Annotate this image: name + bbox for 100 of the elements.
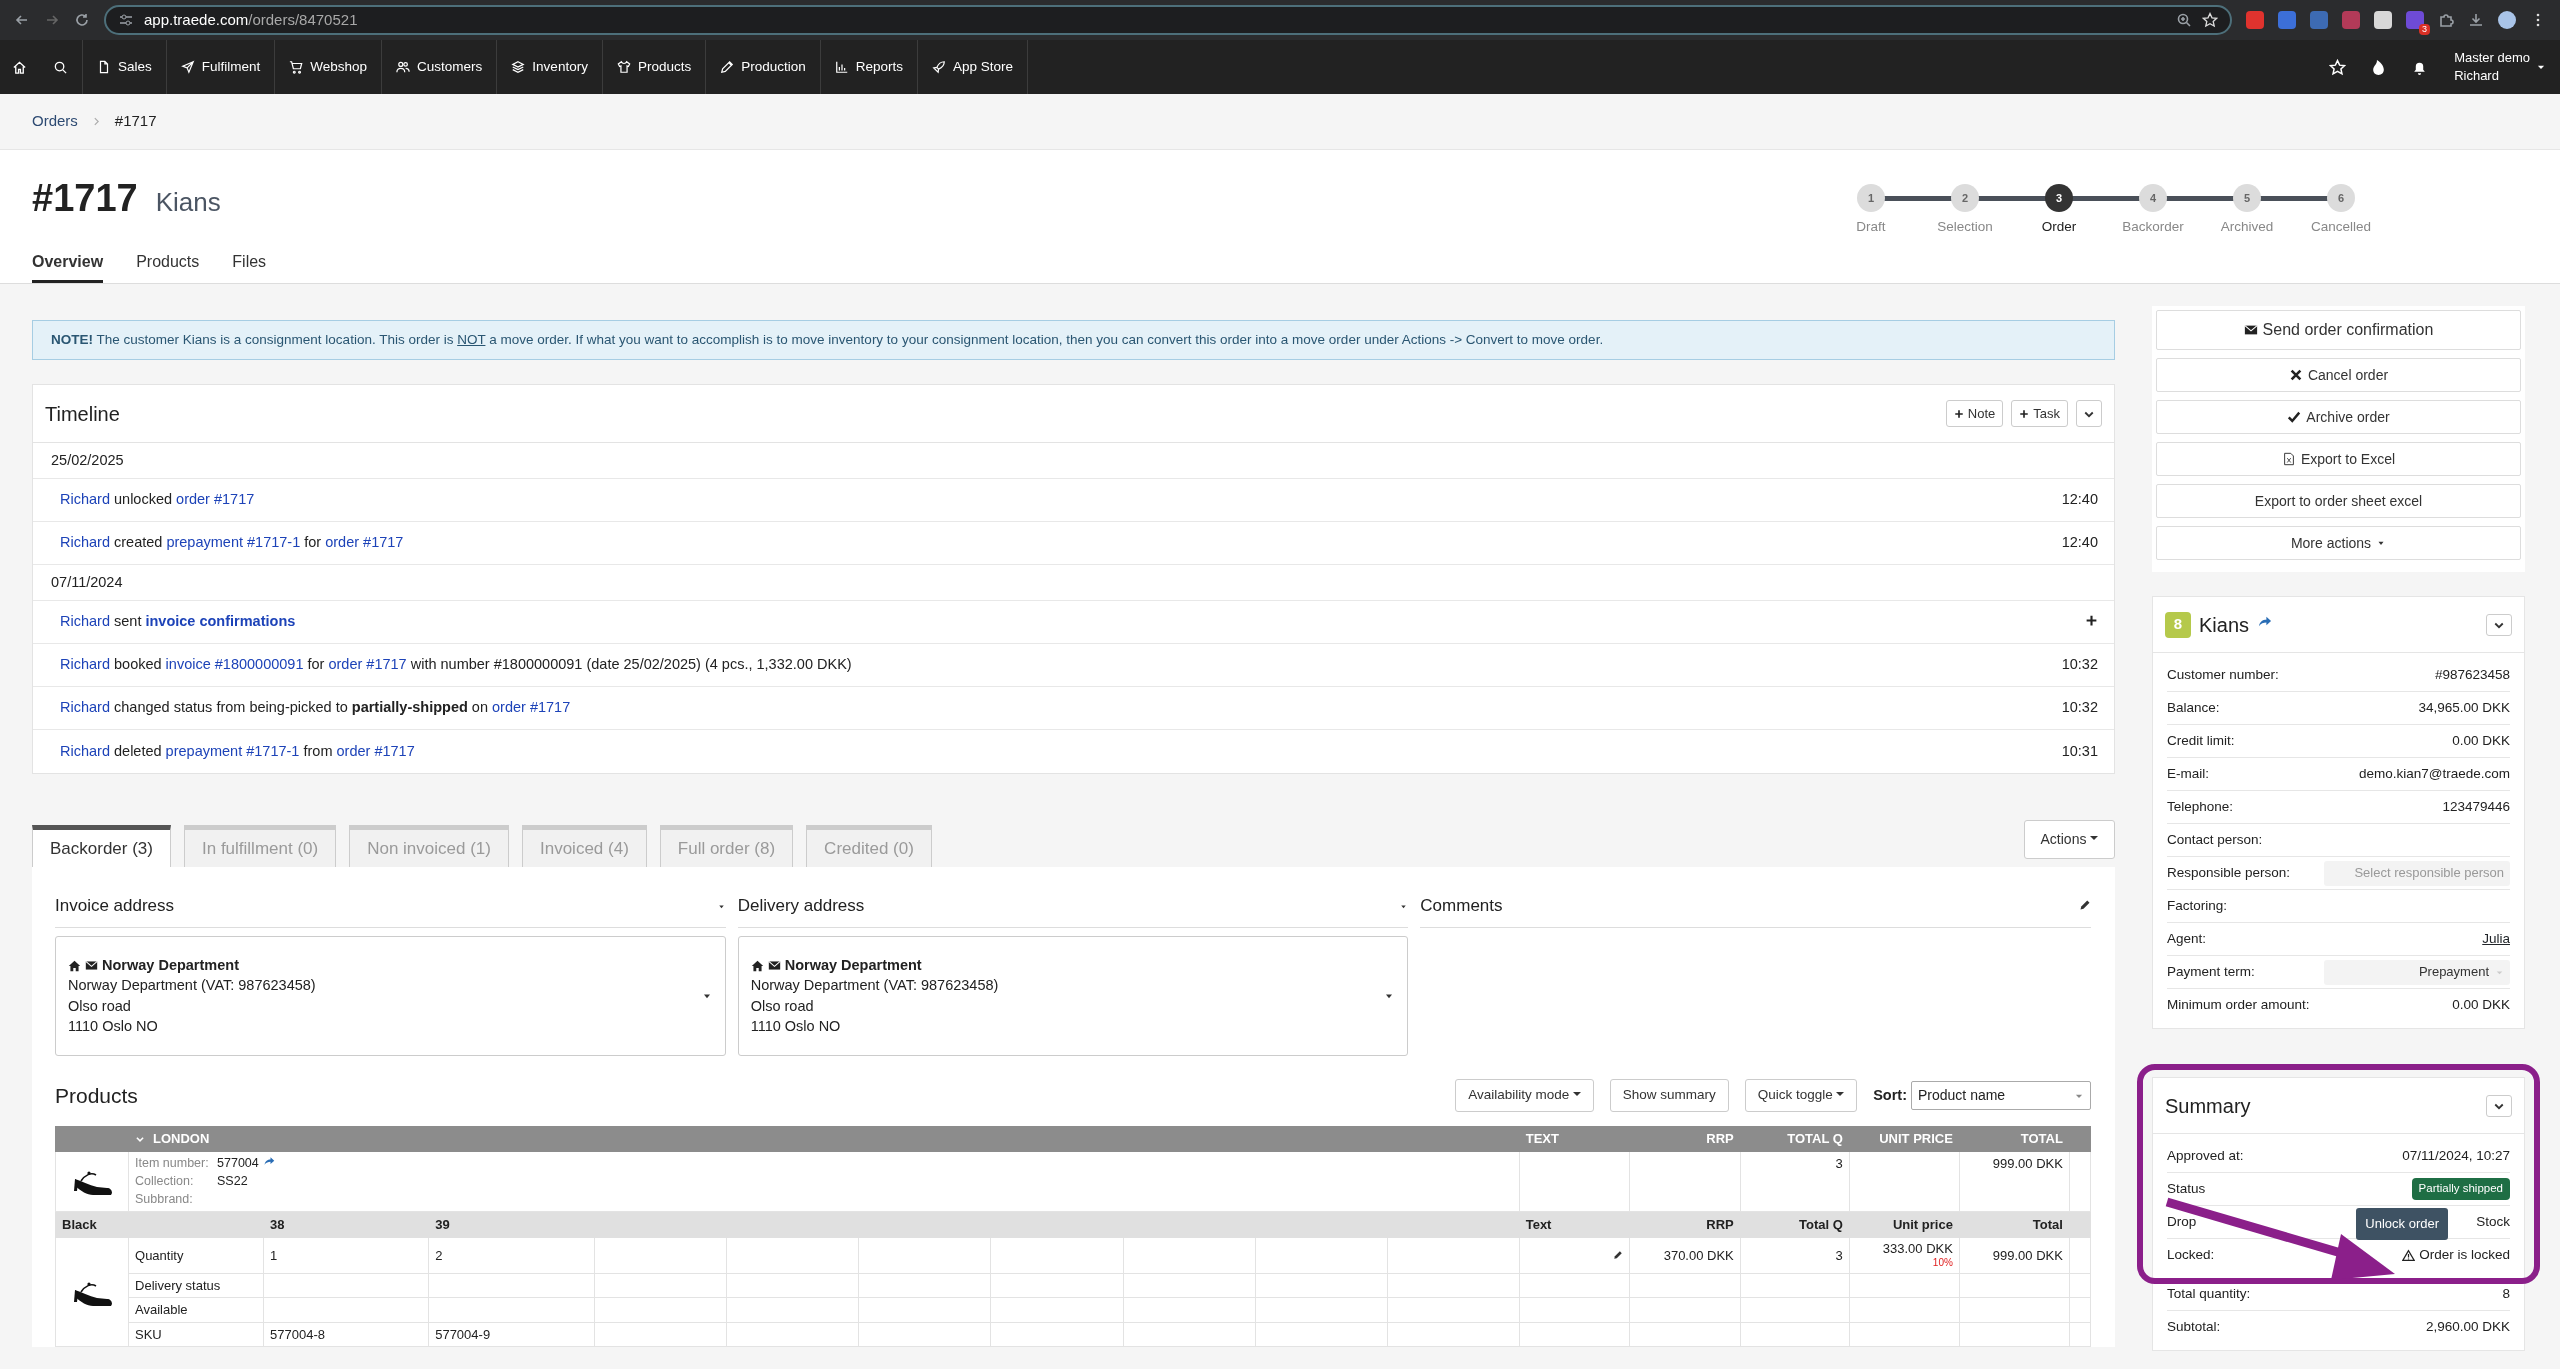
home-icon xyxy=(68,958,81,972)
agent-link[interactable]: Julia xyxy=(2482,928,2510,950)
breadcrumb-link[interactable]: Orders xyxy=(32,110,78,133)
field-label: Factoring: xyxy=(2167,896,2228,915)
field-label: Subtotal: xyxy=(2167,1318,2221,1337)
timeline-link[interactable]: invoice #1800000091 xyxy=(165,656,304,673)
plus-icon xyxy=(2019,408,2030,419)
timeline-link[interactable]: order #1717 xyxy=(176,491,255,508)
timeline-link[interactable]: Richard xyxy=(60,742,110,759)
nav-item[interactable]: Webshop xyxy=(275,40,383,94)
bookmark-star-icon[interactable] xyxy=(2202,12,2218,28)
action-button[interactable]: Cancel order xyxy=(2156,358,2521,392)
action-button[interactable]: Send order confirmation xyxy=(2156,310,2521,350)
field-value: 577004 xyxy=(217,1155,259,1173)
action-button[interactable]: Export to order sheet excel xyxy=(2156,484,2521,518)
address-name: Norway Department xyxy=(784,955,922,975)
add-button[interactable]: Note xyxy=(1945,399,2004,428)
nav-item[interactable]: Sales xyxy=(83,40,167,94)
timeline-link[interactable]: invoice confirmations xyxy=(145,613,296,630)
timeline-link[interactable]: prepayment #1717-1 xyxy=(166,534,301,551)
table-cell: 577004-8 xyxy=(263,1322,429,1347)
step-circle[interactable]: 6 xyxy=(2327,184,2355,212)
address-select[interactable]: Norway Department Norway Department (VAT: 987623458) Olso road 1110 Oslo NO xyxy=(55,935,726,1056)
timeline-entry: Richard changed status from being-picked to partially-shipped on order #1717 xyxy=(60,698,571,718)
field-label: Drop xyxy=(2167,1212,2197,1231)
extensions-icon[interactable] xyxy=(2438,12,2454,28)
timeline-link[interactable]: Richard xyxy=(60,613,110,630)
breadcrumb-current: #1717 xyxy=(114,111,157,132)
address-select[interactable]: Norway Department Norway Department (VAT: 987623458) Olso road 1110 Oslo NO xyxy=(737,935,1409,1056)
timeline-link[interactable]: order #1717 xyxy=(336,742,415,759)
nav-item[interactable]: Products xyxy=(602,40,707,94)
field-value: #987623458 xyxy=(2434,665,2510,684)
lock-status[interactable]: Order is locked xyxy=(2402,1245,2510,1266)
dropdown-button[interactable]: Quick toggle xyxy=(1744,1079,1858,1112)
section-title: Invoice address xyxy=(55,895,175,917)
profile-avatar[interactable] xyxy=(2498,11,2516,29)
chart-icon xyxy=(834,60,849,74)
nav-item[interactable]: App Store xyxy=(918,40,1029,94)
toggle-button[interactable]: Show summary xyxy=(1609,1079,1729,1112)
timeline-link[interactable]: order #1717 xyxy=(328,656,407,673)
users-icon xyxy=(396,60,411,74)
page-tab[interactable]: Files xyxy=(232,244,267,283)
card-title: Timeline xyxy=(45,401,120,427)
home-icon xyxy=(12,59,27,75)
nav-item[interactable]: Fulfilment xyxy=(166,40,276,94)
step-circle[interactable]: 5 xyxy=(2233,184,2261,212)
extension-icon[interactable] xyxy=(2246,11,2264,29)
timeline-link[interactable]: Richard xyxy=(60,491,110,508)
field-value: 0.00 DKK xyxy=(2452,996,2510,1015)
sort-select[interactable]: Product name xyxy=(1911,1081,2091,1110)
order-tab[interactable]: Backorder (3) xyxy=(32,825,171,867)
collapse-button[interactable] xyxy=(2076,399,2102,428)
tooltip: Unlock order xyxy=(2356,1208,2448,1240)
field-value: 0.00 DKK xyxy=(2452,731,2510,750)
step-circle[interactable]: 3 xyxy=(2045,184,2073,212)
timeline-date: 25/02/2025 xyxy=(33,443,2114,479)
collapse-button[interactable] xyxy=(2486,613,2512,636)
dropdown-button[interactable]: Availability mode xyxy=(1455,1079,1594,1112)
table-cell: 999.00 DKK xyxy=(1959,1237,2070,1274)
card-title: Summary xyxy=(2165,1093,2251,1119)
extension-icon[interactable] xyxy=(2374,11,2392,29)
timeline-link[interactable]: order #1717 xyxy=(492,699,571,716)
column-header: 39 xyxy=(428,1211,595,1238)
discount-text: 10% xyxy=(1931,1257,1953,1270)
add-button[interactable]: Task xyxy=(2011,399,2068,428)
timeline-date: 07/11/2024 xyxy=(33,565,2114,601)
action-button[interactable]: More actions xyxy=(2156,526,2521,560)
zoom-icon[interactable] xyxy=(2176,12,2192,28)
timeline-link[interactable]: Richard xyxy=(60,699,110,716)
user-menu[interactable]: Master demo Richard xyxy=(2440,40,2560,94)
collapse-button[interactable] xyxy=(2486,1094,2512,1117)
timeline-link[interactable]: order #1717 xyxy=(325,534,404,551)
table-cell: 999.00 DKK xyxy=(1959,1151,2070,1212)
site-settings-icon[interactable] xyxy=(118,12,134,28)
field-value: 07/11/2024, 10:27 xyxy=(2402,1146,2510,1165)
field-label: Telephone: xyxy=(2167,797,2234,816)
nav-item[interactable]: Customers xyxy=(382,40,498,94)
download-icon[interactable] xyxy=(2468,12,2484,28)
page-tab[interactable]: Products xyxy=(136,244,200,283)
nav-item[interactable]: Inventory xyxy=(497,40,603,94)
nav-item[interactable]: Production xyxy=(706,40,821,94)
timeline-link[interactable]: Richard xyxy=(60,656,110,673)
step-circle[interactable]: 1 xyxy=(1857,184,1885,212)
step-circle[interactable]: 2 xyxy=(1951,184,1979,212)
section-title: Comments xyxy=(1420,895,1503,917)
timeline-link[interactable]: prepayment #1717-1 xyxy=(165,742,300,759)
page-tab[interactable]: Overview xyxy=(32,244,104,283)
pencil-icon xyxy=(720,60,735,74)
actions-button[interactable]: Actions xyxy=(2023,820,2115,859)
reload-icon[interactable] xyxy=(74,12,90,28)
extension-badge: 3 xyxy=(2419,24,2430,35)
step-circle[interactable]: 4 xyxy=(2139,184,2167,212)
address-bar[interactable]: app.traede.com/orders/8470521 xyxy=(104,5,2232,35)
field-value: 8 xyxy=(2502,1284,2510,1303)
timeline-link[interactable]: Richard xyxy=(60,534,110,551)
select-field[interactable]: Prepayment xyxy=(2324,959,2510,985)
action-button[interactable]: Archive order xyxy=(2156,400,2521,434)
action-button[interactable]: Export to Excel xyxy=(2156,442,2521,476)
address-line: Olso road xyxy=(68,996,132,1016)
nav-item[interactable]: Reports xyxy=(820,40,918,94)
